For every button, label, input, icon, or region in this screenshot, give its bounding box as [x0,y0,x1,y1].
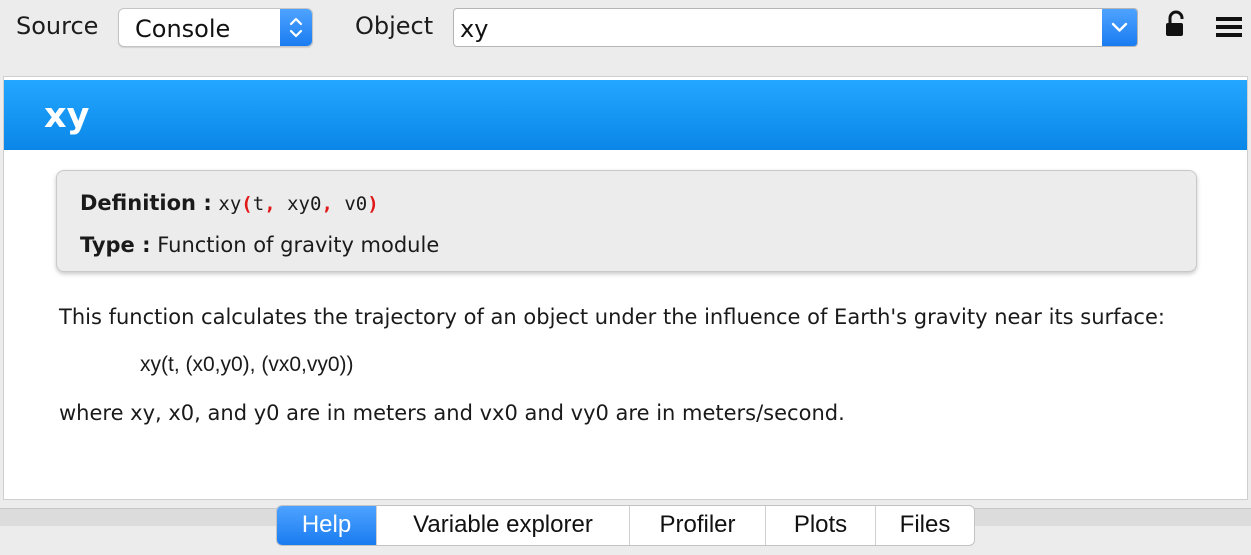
definition-line: Definition : xy(t, xy0, v0) [80,191,379,215]
definition-signature: xy(t, xy0, v0) [218,193,379,215]
tab-strip: Help Variable explorer Profiler Plots Fi… [276,505,975,546]
hamburger-menu-icon[interactable] [1216,16,1242,38]
help-pane: xy Definition : xy(t, xy0, v0) Type : Fu… [3,76,1248,500]
definition-arg: t [252,193,265,215]
source-select-value: Console [135,15,231,43]
type-label: Type : [80,233,151,257]
definition-box: Definition : xy(t, xy0, v0) Type : Funct… [56,170,1197,272]
help-title: xy [44,96,90,136]
type-line: Type : Function of gravity module [80,233,439,257]
object-label: Object [355,12,434,40]
object-input[interactable]: xy [460,15,488,43]
definition-arg: xy0 [287,193,322,215]
definition-arg: v0 [344,193,368,215]
tab-profiler[interactable]: Profiler [630,506,766,545]
tab-plots[interactable]: Plots [766,506,876,545]
unlock-icon[interactable] [1164,10,1188,38]
definition-func: xy [218,193,242,215]
tab-files[interactable]: Files [876,506,974,545]
chevron-down-icon[interactable] [1102,9,1137,46]
stepper-arrows-icon[interactable] [280,9,312,46]
source-label: Source [16,12,99,40]
formula-line: xy(t, (x0,y0), (vx0,vy0)) [140,353,354,376]
units-paragraph: where xy, x0, and y0 are in meters and v… [59,401,845,425]
help-title-banner: xy [4,80,1247,150]
type-value: Function of gravity module [157,233,440,257]
tab-variable-explorer[interactable]: Variable explorer [377,506,630,545]
object-combobox[interactable]: xy [453,8,1138,47]
help-toolbar: Source Console Object xy [0,0,1251,76]
description-paragraph: This function calculates the trajectory … [59,305,1165,329]
tab-help[interactable]: Help [277,506,377,545]
pane-tab-bar: Help Variable explorer Profiler Plots Fi… [0,500,1251,555]
source-select[interactable]: Console [118,8,313,47]
definition-label: Definition : [80,191,212,215]
